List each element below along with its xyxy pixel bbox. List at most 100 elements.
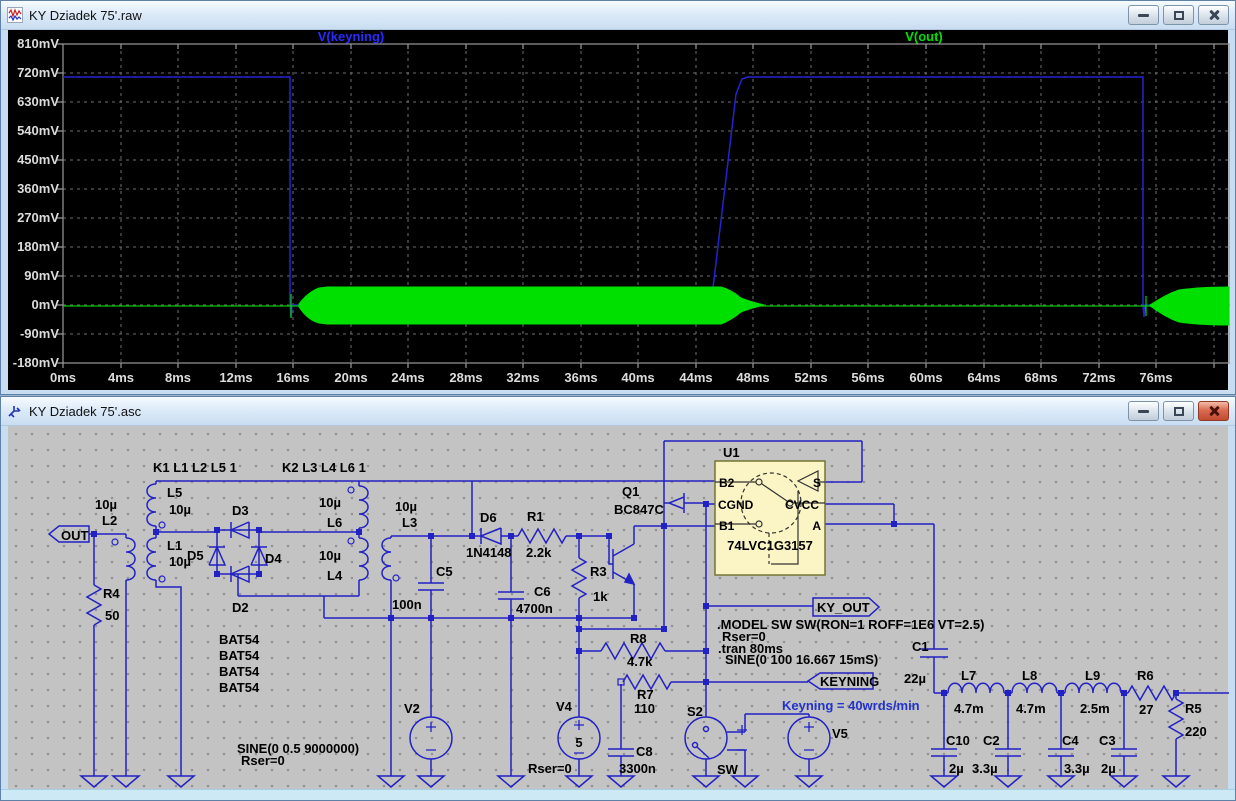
flag-label[interactable]: KEYNING xyxy=(820,674,879,689)
component-value[interactable]: BAT54 xyxy=(219,664,260,679)
component-label[interactable]: R8 xyxy=(630,631,647,646)
component-label[interactable]: C2 xyxy=(983,733,1000,748)
component-value[interactable]: BC847C xyxy=(614,502,664,517)
restore-button[interactable] xyxy=(1163,401,1194,421)
component-label[interactable]: L1 xyxy=(167,538,182,553)
component-label[interactable]: L2 xyxy=(102,513,117,528)
legend-v-out[interactable]: V(out) xyxy=(905,30,943,44)
close-button[interactable] xyxy=(1198,5,1229,25)
component-label[interactable]: D4 xyxy=(265,551,282,566)
component-value[interactable]: 2µ xyxy=(1101,761,1116,776)
component-value[interactable]: 100n xyxy=(392,597,422,612)
component-value[interactable]: 10µ xyxy=(319,548,341,563)
component-value[interactable]: 10µ xyxy=(95,497,117,512)
inductor-L1 xyxy=(147,538,156,580)
component-label[interactable]: C10 xyxy=(946,733,970,748)
restore-button[interactable] xyxy=(1163,5,1194,25)
coupling-statement[interactable]: K1 L1 L2 L5 1 xyxy=(153,460,237,475)
component-label[interactable]: C3 xyxy=(1099,733,1116,748)
spice-directive[interactable]: SINE(0 100 16.667 15mS) xyxy=(725,652,878,667)
component-label[interactable]: C1 xyxy=(912,639,929,654)
component-label[interactable]: U1 xyxy=(723,445,740,460)
component-value[interactable]: 10µ xyxy=(169,502,191,517)
component-label[interactable]: L9 xyxy=(1085,668,1100,683)
flag-label[interactable]: OUT xyxy=(61,528,89,543)
component-label[interactable]: R6 xyxy=(1137,668,1154,683)
inductor-L4 xyxy=(359,538,368,580)
component-label[interactable]: V4 xyxy=(556,699,573,714)
component-label[interactable]: L6 xyxy=(327,515,342,530)
coupling-statement[interactable]: K2 L3 L4 L6 1 xyxy=(282,460,366,475)
component-label[interactable]: D3 xyxy=(232,503,249,518)
wires[interactable] xyxy=(89,441,1229,776)
resistor-R3 xyxy=(572,558,586,598)
component-value[interactable]: 1N4148 xyxy=(466,545,512,560)
close-button[interactable] xyxy=(1198,401,1229,421)
component-value[interactable]: 3300n xyxy=(619,761,656,776)
component-label[interactable]: C8 xyxy=(636,744,653,759)
component-value[interactable]: 2µ xyxy=(949,761,964,776)
component-value[interactable]: 4.7m xyxy=(1016,701,1046,716)
component-label[interactable]: D2 xyxy=(232,600,249,615)
component-label[interactable]: R5 xyxy=(1185,701,1202,716)
schematic-canvas[interactable]: B2 CGND B1 S CVCC A 74LVC1G3157 OUT KY_O… xyxy=(8,426,1228,789)
component-label[interactable]: L5 xyxy=(167,485,182,500)
y-tick-label: 0mV xyxy=(32,297,60,312)
component-label[interactable]: D6 xyxy=(480,510,497,525)
component-value[interactable]: BAT54 xyxy=(219,680,260,695)
trace-v-out xyxy=(63,287,1229,325)
legend-v-keyning[interactable]: V(keyning) xyxy=(318,30,384,44)
component-value[interactable]: SW xyxy=(717,762,739,777)
component-label[interactable]: V5 xyxy=(832,726,848,741)
component-label[interactable]: D5 xyxy=(187,548,204,563)
component-label[interactable]: R7 xyxy=(637,687,654,702)
component-label[interactable]: L8 xyxy=(1022,668,1037,683)
component-label[interactable]: R4 xyxy=(103,586,120,601)
capacitor-C5 xyxy=(418,583,444,590)
component-value[interactable]: 2.2k xyxy=(526,545,552,560)
component-label[interactable]: L3 xyxy=(402,515,417,530)
component-label[interactable]: R3 xyxy=(590,564,607,579)
spice-directive[interactable]: Rser=0 xyxy=(241,753,285,768)
component-value[interactable]: 10µ xyxy=(395,499,417,514)
component-label[interactable]: R1 xyxy=(527,509,544,524)
component-label[interactable]: Q1 xyxy=(622,484,639,499)
component-label[interactable]: L4 xyxy=(327,568,343,583)
component-value[interactable]: 110 xyxy=(634,701,655,716)
ic-U1[interactable]: B2 CGND B1 S CVCC A 74LVC1G3157 xyxy=(715,461,825,575)
component-value[interactable]: 3.3µ xyxy=(1064,761,1090,776)
comment-text[interactable]: Keyning = 40wrds/min xyxy=(782,698,920,713)
component-value[interactable]: 22µ xyxy=(904,671,926,686)
capacitor-C10 xyxy=(931,749,957,756)
component-label[interactable]: C4 xyxy=(1062,733,1079,748)
flag-label[interactable]: KY_OUT xyxy=(817,600,870,615)
component-value[interactable]: 50 xyxy=(105,608,119,623)
component-value[interactable]: 1k xyxy=(593,589,608,604)
component-value[interactable]: 2.5m xyxy=(1080,701,1110,716)
component-label[interactable]: C6 xyxy=(534,584,551,599)
x-tick-label: 28ms xyxy=(449,370,482,385)
component-value[interactable]: 4700n xyxy=(516,601,553,616)
status-bar xyxy=(1,789,1235,800)
component-value[interactable]: 10µ xyxy=(319,495,341,510)
component-label[interactable]: V2 xyxy=(404,701,420,716)
component-value[interactable]: 27 xyxy=(1139,702,1153,717)
component-value[interactable]: 5 xyxy=(575,735,582,750)
component-label[interactable]: S2 xyxy=(687,704,703,719)
waveform-titlebar[interactable]: KY Dziadek 75'.raw xyxy=(1,1,1235,30)
minimize-button[interactable] xyxy=(1128,401,1159,421)
component-value[interactable]: 4.7m xyxy=(954,701,984,716)
minimize-button[interactable] xyxy=(1128,5,1159,25)
capacitor-C8 xyxy=(608,749,634,756)
spice-directive[interactable]: Rser=0 xyxy=(528,761,572,776)
component-value[interactable]: 4.7k xyxy=(627,654,653,669)
component-value[interactable]: BAT54 xyxy=(219,632,260,647)
component-label[interactable]: C5 xyxy=(436,564,453,579)
component-value[interactable]: 3.3µ xyxy=(972,761,998,776)
schematic-titlebar[interactable]: KY Dziadek 75'.asc xyxy=(1,397,1235,426)
component-value[interactable]: 74LVC1G3157 xyxy=(727,538,813,553)
plot-canvas[interactable]: 810mV 720mV 630mV 540mV 450mV 360mV 270m… xyxy=(8,30,1228,390)
component-value[interactable]: BAT54 xyxy=(219,648,260,663)
component-label[interactable]: L7 xyxy=(961,668,976,683)
component-value[interactable]: 220 xyxy=(1185,724,1207,739)
